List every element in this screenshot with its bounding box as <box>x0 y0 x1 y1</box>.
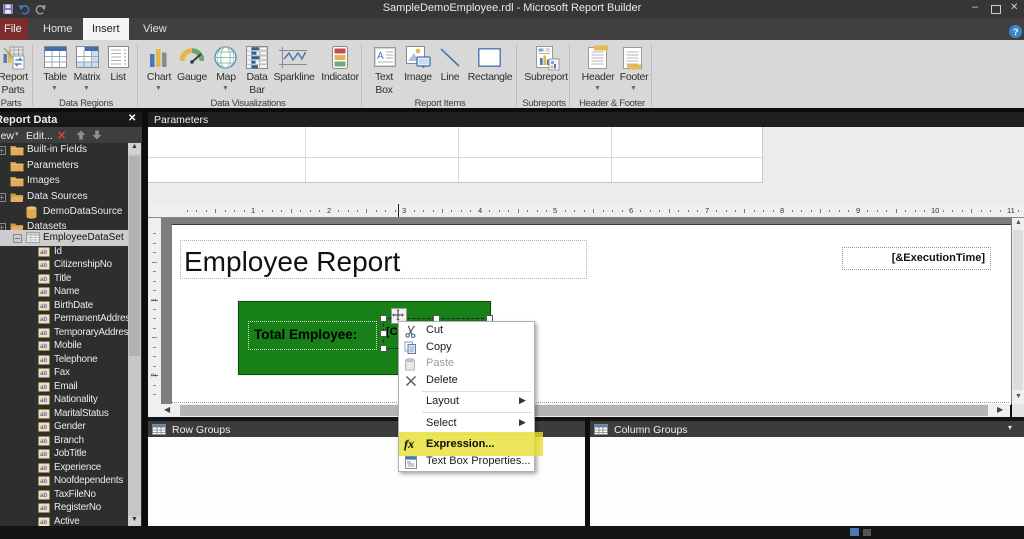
svg-text:ab: ab <box>40 384 48 391</box>
svg-text:ab: ab <box>40 411 48 418</box>
svg-text:ab: ab <box>40 505 48 512</box>
svg-text:ab: ab <box>40 397 48 404</box>
svg-text:ab: ab <box>40 451 48 458</box>
svg-text:ab: ab <box>40 370 48 377</box>
svg-text:ab: ab <box>40 316 48 323</box>
svg-text:ab: ab <box>40 465 48 472</box>
svg-text:ab: ab <box>40 519 48 526</box>
svg-text:ab: ab <box>40 478 48 485</box>
svg-text:ab: ab <box>40 262 48 269</box>
svg-text:ab: ab <box>40 303 48 310</box>
svg-text:ab: ab <box>40 424 48 431</box>
svg-text:ab: ab <box>40 276 48 283</box>
svg-text:A: A <box>377 51 384 62</box>
svg-text:ab: ab <box>40 357 48 364</box>
svg-text:ab: ab <box>40 330 48 337</box>
svg-text:ab: ab <box>40 438 48 445</box>
svg-text:ab: ab <box>40 289 48 296</box>
svg-text:ab: ab <box>40 343 48 350</box>
svg-text:ab: ab <box>40 249 48 256</box>
svg-text:ab: ab <box>40 492 48 499</box>
